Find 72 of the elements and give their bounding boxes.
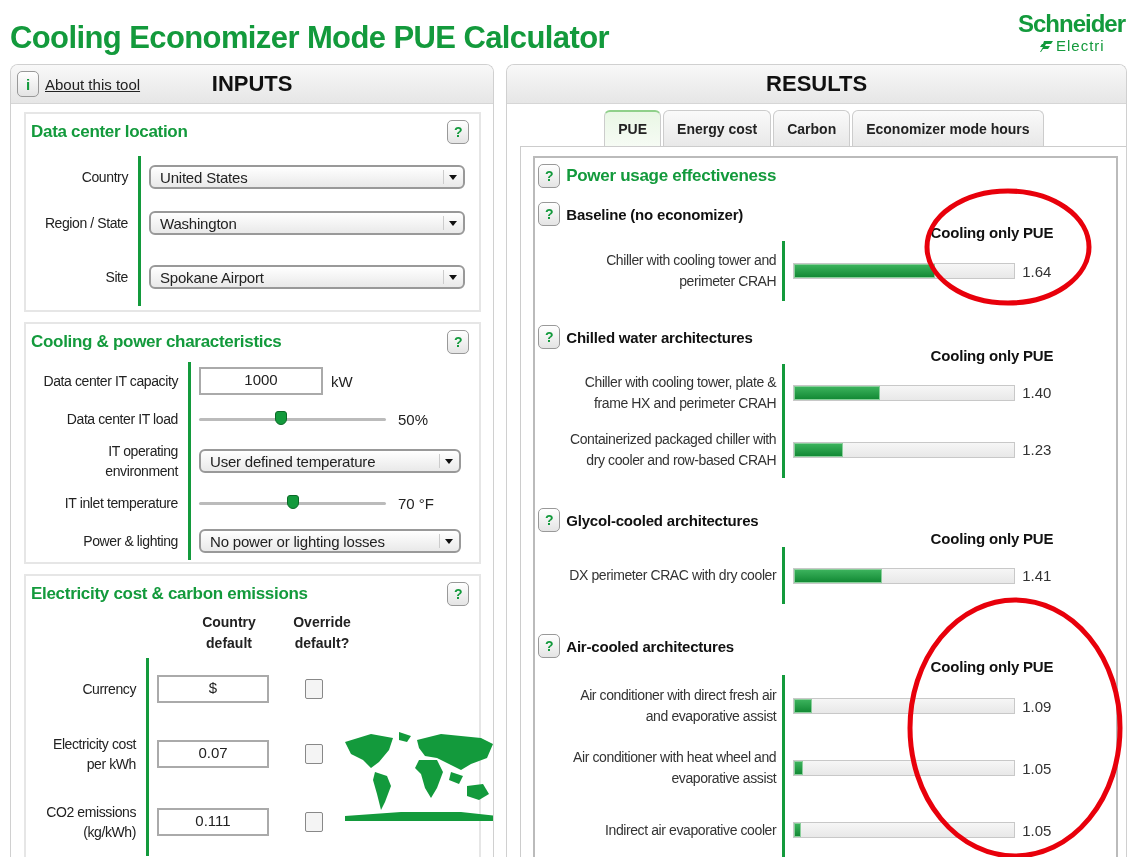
value-input[interactable]: $ <box>157 675 269 703</box>
dropdown[interactable]: User defined temperature <box>199 449 461 473</box>
pue-value: 1.40 <box>1022 384 1052 401</box>
section-title: Electricity cost & carbon emissions <box>31 584 308 604</box>
architecture-label: Chiller with cooling tower, plate & frame HX and perimeter CRAH <box>538 364 786 421</box>
architecture-label: Air conditioner with direct fresh air and evaporative assist <box>538 675 786 737</box>
architecture-label: Air conditioner with heat wheel and evaporative assist <box>538 737 786 799</box>
dropdown[interactable]: Spokane Airport <box>149 265 465 289</box>
slider-reading: 70 °F <box>398 494 434 512</box>
caret-icon <box>439 454 453 468</box>
results-heading: Power usage effectiveness <box>566 166 777 186</box>
group-title: Chilled water architectures <box>566 328 753 346</box>
override-checkbox[interactable] <box>305 744 323 764</box>
column-header: Cooling only PUE <box>929 530 1054 547</box>
panel-title: RESULTS <box>766 72 868 96</box>
tab[interactable]: Carbon <box>773 110 851 146</box>
logo: Schneider Electri <box>1016 10 1127 54</box>
column-header: Cooling only PUE <box>929 658 1054 675</box>
field-label: IT operating environment <box>104 442 180 481</box>
caret-icon <box>443 216 457 230</box>
tab[interactable]: Energy cost <box>663 110 772 146</box>
field-label: Country <box>81 168 130 187</box>
about-link[interactable]: About this tool <box>45 75 141 93</box>
capacity-input[interactable]: 1000 <box>199 367 323 395</box>
group-title: Glycol-cooled architectures <box>566 511 759 529</box>
field-label: Region / State <box>44 214 129 233</box>
field-label: Electricity cost per kWh <box>51 735 138 774</box>
override-checkbox[interactable] <box>305 679 323 699</box>
column-header: Country default <box>201 613 257 653</box>
section-title: Data center location <box>31 122 188 142</box>
architecture-label: DX perimeter CRAC with dry cooler <box>538 547 786 604</box>
tab[interactable]: Economizer mode hours <box>852 110 1044 146</box>
logo-subtext: Electri <box>1056 38 1105 54</box>
dropdown[interactable]: No power or lighting losses <box>199 529 461 553</box>
section-title: Cooling & power characteristics <box>31 332 282 352</box>
override-checkbox[interactable] <box>305 812 323 832</box>
field-label: Data center IT capacity <box>43 372 180 391</box>
caret-icon <box>443 270 457 284</box>
group-title: Air-cooled architectures <box>566 637 734 655</box>
value-input[interactable]: 0.111 <box>157 808 269 836</box>
field-label: Power & lighting <box>83 532 179 551</box>
dropdown[interactable]: Washington <box>149 211 465 235</box>
tab[interactable]: PUE <box>604 110 662 146</box>
architecture-label: Chiller with cooling tower and perimeter CRAH <box>538 241 786 301</box>
pue-value: 1.09 <box>1022 697 1052 715</box>
field-label: Currency <box>82 680 138 699</box>
slider-reading: 50% <box>398 410 429 428</box>
value-input[interactable]: 0.07 <box>157 740 269 768</box>
field-label: Data center IT load <box>66 410 179 429</box>
column-header: Cooling only PUE <box>929 347 1054 364</box>
unit-label: kW <box>331 372 353 390</box>
caret-icon <box>443 170 457 184</box>
field-label: CO2 emissions (kg/kWh) <box>45 803 137 842</box>
slider-thumb[interactable] <box>286 494 299 509</box>
field-label: Site <box>105 268 129 287</box>
group-title: Baseline (no economizer) <box>566 205 744 223</box>
pue-value: 1.05 <box>1022 759 1052 777</box>
column-header: Override default? <box>292 613 352 653</box>
logo-icon <box>1040 39 1054 53</box>
dropdown[interactable]: United States <box>149 165 465 189</box>
field-label: IT inlet temperature <box>64 494 179 513</box>
pue-value: 1.05 <box>1022 821 1052 839</box>
panel-title: INPUTS <box>211 72 293 96</box>
pue-value: 1.64 <box>1022 262 1052 280</box>
page-title: Cooling Economizer Mode PUE Calculator <box>10 20 609 56</box>
architecture-label: Indirect air evaporative cooler <box>538 799 786 857</box>
architecture-label: Containerized packaged chiller with dry cooler and row-based CRAH <box>538 421 786 478</box>
pue-value: 1.41 <box>1022 567 1052 584</box>
pue-value: 1.23 <box>1022 441 1052 458</box>
caret-icon <box>439 534 453 548</box>
column-header: Cooling only PUE <box>929 224 1054 241</box>
slider-thumb[interactable] <box>275 410 288 425</box>
